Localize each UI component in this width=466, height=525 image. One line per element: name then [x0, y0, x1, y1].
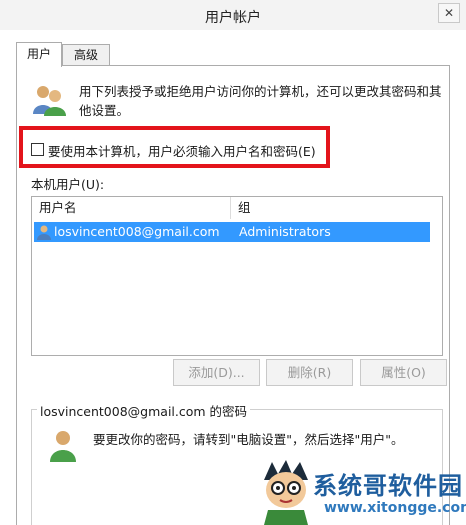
properties-button[interactable]: 属性(O) [360, 359, 447, 386]
list-header: 用户名 组 [32, 197, 442, 219]
close-button[interactable]: ✕ [438, 3, 460, 23]
user-accounts-window: 用户帐户 ✕ 用户 高级 用下列表授予或拒绝用户访问你的计算机，还可以更改其密码… [0, 0, 466, 525]
watermark-title: 系统哥软件园 [313, 472, 463, 500]
column-header-group[interactable]: 组 [231, 197, 430, 219]
users-tab-panel: 用下列表授予或拒绝用户访问你的计算机，还可以更改其密码和其他设置。 要使用本计算… [16, 65, 450, 525]
local-users-label: 本机用户(U): [31, 177, 105, 192]
watermark-url: www.xitongge.com [324, 500, 466, 516]
title-bar: 用户帐户 ✕ [0, 0, 466, 30]
users-list[interactable]: 用户名 组 losvincent008@gmail.com Administra… [31, 196, 443, 356]
require-login-checkbox[interactable] [31, 143, 44, 156]
tab-users[interactable]: 用户 [16, 42, 62, 67]
row-username: losvincent008@gmail.com [54, 224, 220, 239]
remove-button[interactable]: 删除(R) [266, 359, 353, 386]
require-login-label[interactable]: 要使用本计算机，用户必须输入用户名和密码(E) [48, 141, 316, 160]
column-header-username[interactable]: 用户名 [32, 197, 231, 219]
window-title: 用户帐户 [205, 10, 261, 26]
list-scroll-area [430, 219, 442, 355]
table-row[interactable]: losvincent008@gmail.com Administrators [34, 222, 430, 242]
users-icon [33, 86, 66, 116]
password-group-legend: losvincent008@gmail.com 的密码 [37, 401, 251, 420]
password-note: 要更改你的密码，请转到"电脑设置"，然后选择"用户"。 [93, 432, 404, 447]
row-group: Administrators [239, 224, 331, 239]
user-small-icon [37, 225, 51, 240]
user-icon [50, 431, 76, 462]
mascot-logo [264, 460, 308, 525]
add-button[interactable]: 添加(D)... [173, 359, 260, 386]
intro-text: 用下列表授予或拒绝用户访问你的计算机，还可以更改其密码和其他设置。 [79, 84, 442, 118]
tab-advanced[interactable]: 高级 [62, 44, 110, 66]
watermark: 系统哥软件园 www.xitongge.com [258, 458, 466, 525]
